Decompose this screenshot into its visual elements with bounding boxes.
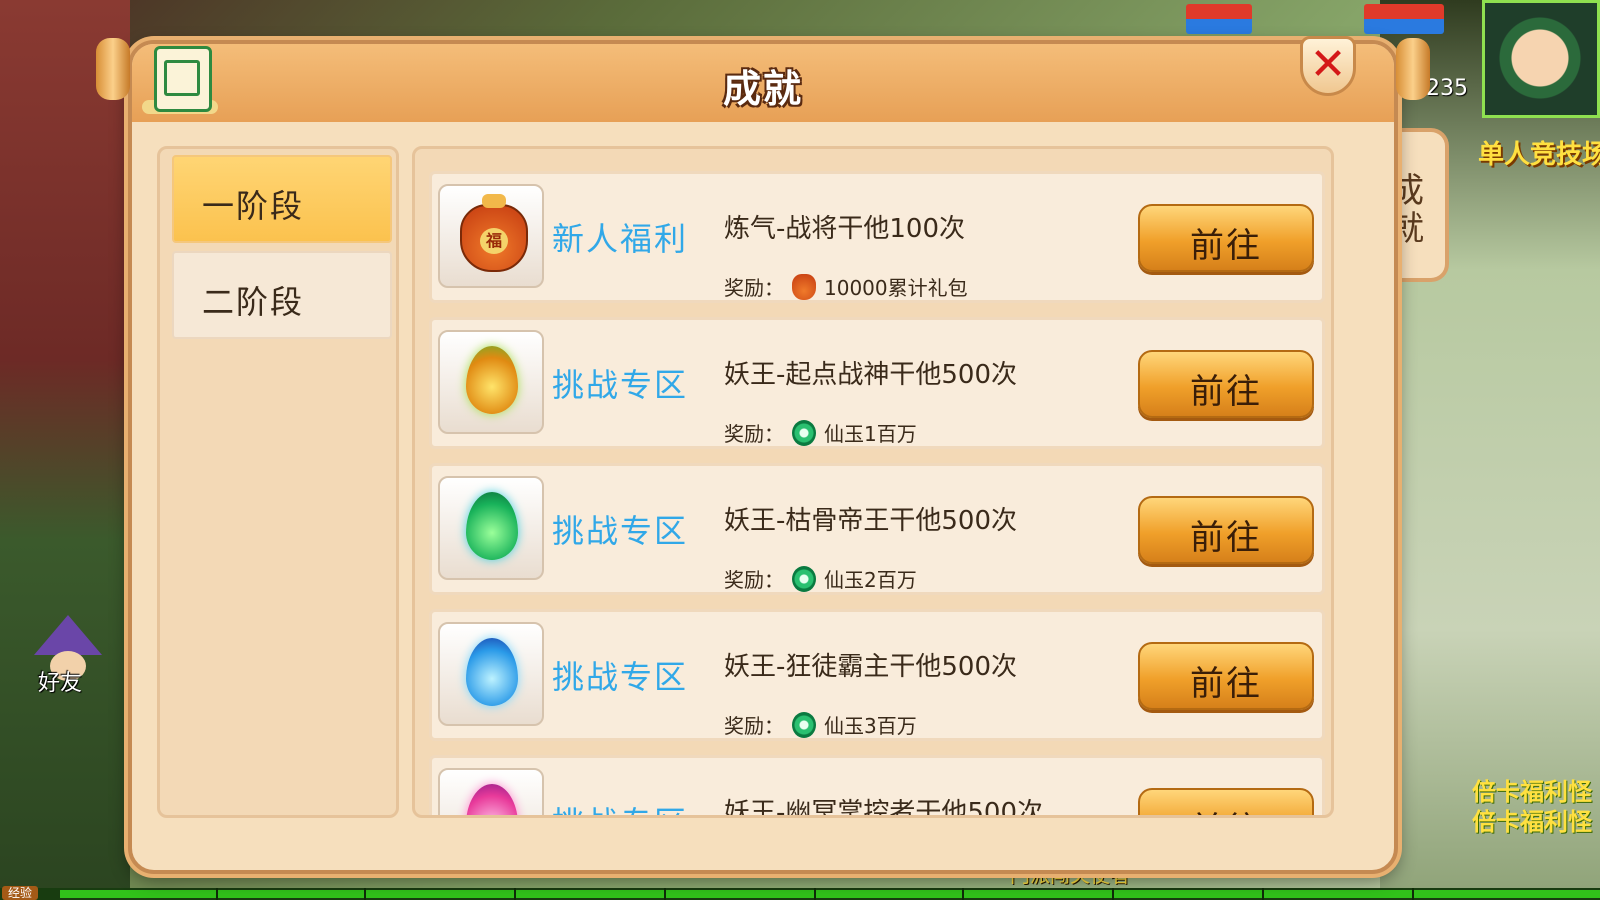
- item-description: 妖王-起点战神干他500次: [724, 360, 1018, 390]
- tab-stage-1-label: 一阶段: [202, 187, 305, 225]
- hp-bar: [1186, 4, 1252, 34]
- list-item: 挑战专区 妖王-起点战神干他500次 奖励： 仙玉1百万 前往: [429, 317, 1325, 449]
- jade-icon: [792, 711, 816, 738]
- go-button[interactable]: 前往: [1138, 642, 1314, 710]
- reward-text: 仙玉1百万: [824, 422, 917, 446]
- item-icon-frame: [438, 330, 544, 434]
- item-category: 挑战专区: [552, 366, 689, 404]
- pink-flame-gem-icon: [466, 784, 518, 815]
- item-description: 妖王-幽冥掌控者干他500次: [724, 798, 1044, 818]
- player-avatar[interactable]: [1482, 0, 1600, 118]
- exp-tick: [1262, 888, 1264, 900]
- go-button[interactable]: 前往: [1138, 204, 1314, 272]
- go-button-label: 前往: [1190, 372, 1262, 412]
- jade-icon: [792, 565, 816, 592]
- exp-tick: [664, 888, 666, 900]
- item-reward: 奖励： 仙玉1百万: [724, 418, 917, 447]
- exp-tick: [514, 888, 516, 900]
- list-item: 挑战专区 妖王-狂徒霸主干他500次 奖励： 仙玉3百万 前往: [429, 609, 1325, 741]
- item-icon-frame: [438, 622, 544, 726]
- exp-tick: [814, 888, 816, 900]
- go-button[interactable]: 前往: [1138, 350, 1314, 418]
- list-item: 挑战专区 妖王-枯骨帝王干他500次 奖励： 仙玉2百万 前往: [429, 463, 1325, 595]
- item-description: 妖王-枯骨帝王干他500次: [724, 506, 1018, 536]
- exp-bar: 经验: [0, 886, 1600, 900]
- go-button[interactable]: 前往: [1138, 788, 1314, 815]
- blue-flame-gem-icon: [466, 638, 518, 706]
- achievement-scroll-icon: [142, 38, 218, 118]
- exp-tick: [1112, 888, 1114, 900]
- tab-stage-2[interactable]: 二阶段: [172, 251, 392, 339]
- player-level: 235: [1426, 76, 1468, 101]
- wizard-hat-icon: [34, 615, 102, 655]
- item-icon-frame: [438, 476, 544, 580]
- go-button-label: 前往: [1140, 802, 1312, 815]
- item-description: 炼气-战将干他100次: [724, 214, 966, 244]
- reward-text: 仙玉2百万: [824, 568, 917, 592]
- stage-panel: 一阶段 二阶段: [157, 146, 399, 818]
- exp-label: 经验: [2, 886, 39, 900]
- friend-label: 好友: [38, 671, 83, 696]
- reward-prefix: 奖励：: [724, 568, 784, 592]
- exp-bar-fill: [60, 890, 1600, 898]
- exp-tick: [364, 888, 366, 900]
- item-category: 挑战专区: [552, 798, 688, 815]
- tab-stage-2-label: 二阶段: [202, 283, 305, 321]
- item-description: 妖王-狂徒霸主干他500次: [724, 652, 1018, 682]
- exp-tick: [216, 888, 218, 900]
- gift-bag-icon: [792, 273, 816, 300]
- welfare-monster-label-2[interactable]: 倍卡福利怪: [1472, 802, 1592, 837]
- gold-flame-gem-icon: [466, 346, 518, 414]
- reward-prefix: 奖励：: [724, 276, 784, 300]
- go-button-label: 前往: [1190, 518, 1262, 558]
- exp-tick: [1412, 888, 1414, 900]
- fortune-bag-icon: 福: [460, 194, 528, 272]
- close-button[interactable]: ✕: [1300, 36, 1356, 96]
- tab-stage-1[interactable]: 一阶段: [172, 155, 392, 243]
- reward-prefix: 奖励：: [724, 714, 784, 738]
- castle-wall-background: [0, 0, 130, 900]
- item-category: 挑战专区: [552, 512, 689, 550]
- item-category: 新人福利: [552, 220, 689, 258]
- friend-button[interactable]: 好友: [26, 615, 106, 696]
- item-reward: 奖励： 10000累计礼包: [724, 272, 968, 301]
- achievement-list[interactable]: 福 新人福利 炼气-战将干他100次 奖励： 10000累计礼包 前往 挑战专区…: [412, 146, 1334, 818]
- go-button-label: 前往: [1190, 226, 1262, 266]
- green-flame-gem-icon: [466, 492, 518, 560]
- exp-tick: [962, 888, 964, 900]
- jade-icon: [792, 419, 816, 446]
- arena-label[interactable]: 单人竞技场: [1478, 134, 1600, 171]
- go-button[interactable]: 前往: [1138, 496, 1314, 564]
- reward-text: 10000累计礼包: [824, 276, 968, 300]
- mp-bar: [1364, 4, 1444, 34]
- dialog-title: 成就: [722, 67, 803, 111]
- item-category: 挑战专区: [552, 658, 689, 696]
- list-item: 福 新人福利 炼气-战将干他100次 奖励： 10000累计礼包 前往: [429, 171, 1325, 303]
- item-reward: 奖励： 仙玉3百万: [724, 710, 917, 739]
- item-reward: 奖励： 仙玉2百万: [724, 564, 917, 593]
- list-item: 挑战专区 妖王-幽冥掌控者干他500次 前往: [429, 755, 1325, 818]
- dialog-header: 成就: [96, 38, 1430, 122]
- go-button-label: 前往: [1190, 664, 1262, 704]
- reward-text: 仙玉3百万: [824, 714, 917, 738]
- scroll-roll-left: [96, 38, 130, 100]
- close-icon: ✕: [1309, 39, 1347, 90]
- reward-prefix: 奖励：: [724, 422, 784, 446]
- item-icon-frame: [438, 768, 544, 815]
- scroll-roll-right: [1396, 38, 1430, 100]
- item-icon-frame: 福: [438, 184, 544, 288]
